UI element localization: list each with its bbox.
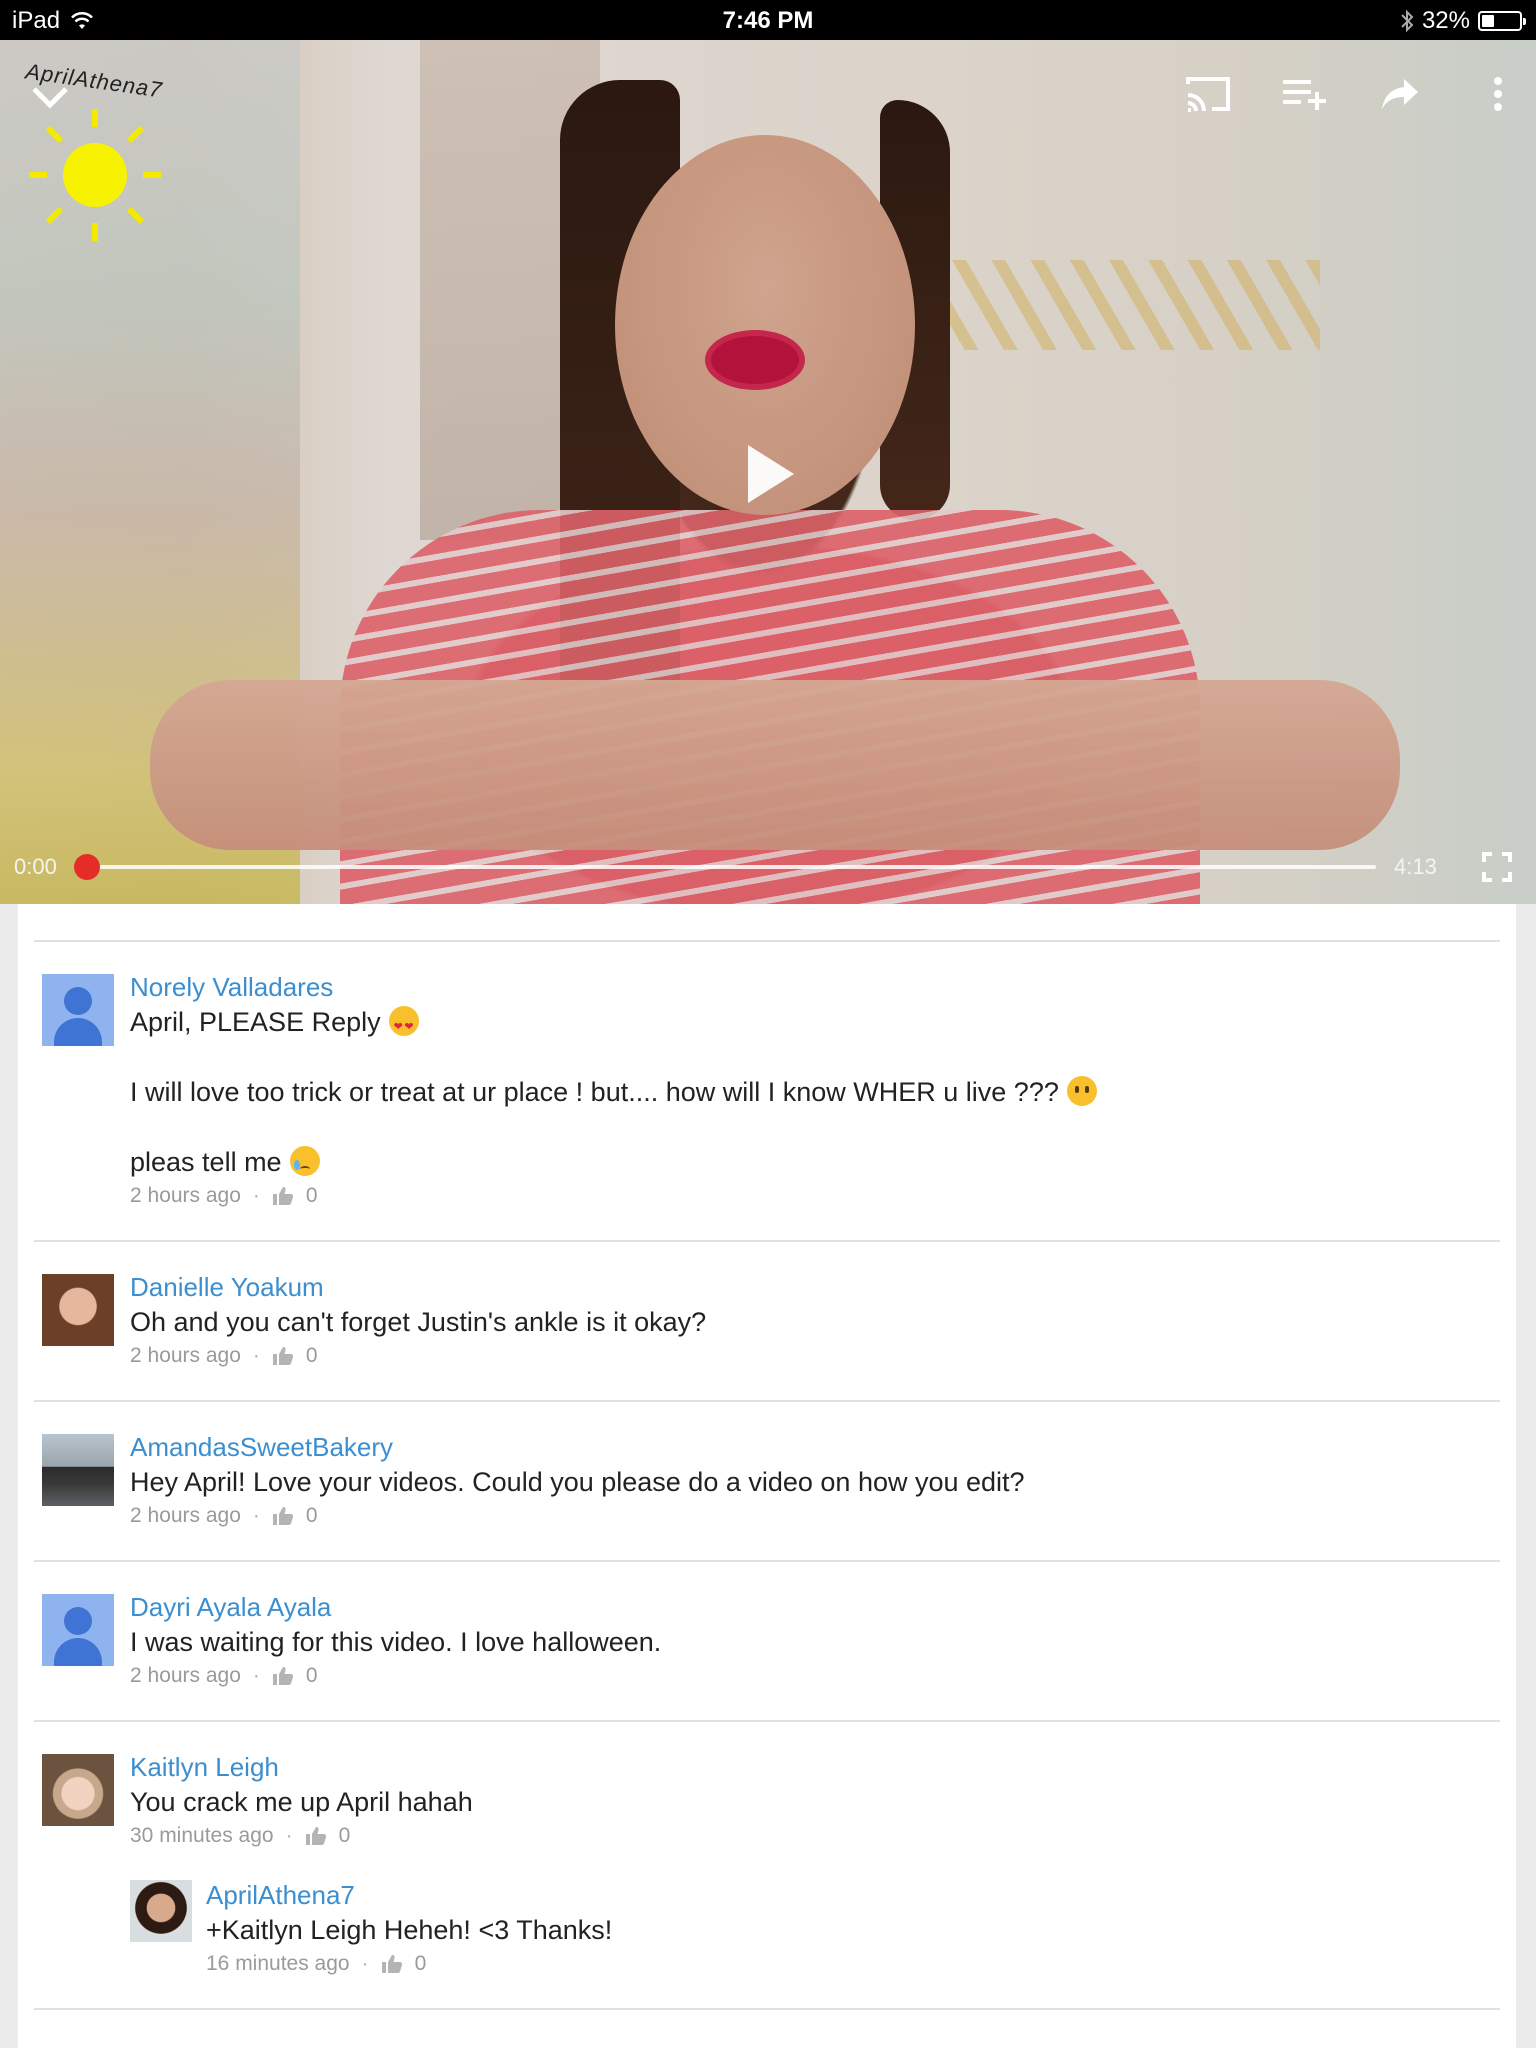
like-count: 0 [305,1664,318,1687]
avatar[interactable] [42,974,114,1046]
comment-author[interactable]: AmandasSweetBakery [130,1430,1500,1464]
comment-time: 2 hours ago [130,1664,241,1687]
thumbs-up-icon[interactable] [272,1346,294,1366]
progress-bar[interactable] [86,865,1376,869]
chevron-down-icon [32,87,68,109]
avatar[interactable] [42,1274,114,1346]
crying-emoji-icon [289,1146,320,1176]
share-icon [1382,79,1418,109]
share-button[interactable] [1372,66,1428,122]
avatar[interactable] [42,1594,114,1666]
comment-item: Danielle Yoakum Oh and you can't forget … [34,1242,1500,1402]
like-count: 0 [305,1184,318,1207]
comment-item: Kaitlyn Leigh You crack me up April haha… [34,1722,1500,2010]
more-options-button[interactable] [1478,66,1518,122]
comment-meta: 2 hours ago · 0 [130,1502,1500,1530]
status-bar: iPad 7:46 PM 32% [0,0,1536,40]
thumbs-up-icon[interactable] [272,1506,294,1526]
comment-time: 2 hours ago [130,1344,241,1367]
comment-text: pleas tell me [130,1144,1500,1180]
more-vert-icon [1494,77,1502,111]
comment-text: April, PLEASE Reply [130,1004,1500,1045]
thumbs-up-icon[interactable] [272,1186,294,1206]
fullscreen-button[interactable] [1474,844,1520,890]
thumbs-up-icon[interactable] [272,1666,294,1686]
comment-item: Dayri Ayala Ayala I was waiting for this… [34,1562,1500,1722]
comment-author[interactable]: Dayri Ayala Ayala [130,1590,1500,1624]
video-player[interactable]: AprilAthena7 0:00 4:13 [0,40,1536,904]
cast-button[interactable] [1180,66,1236,122]
play-button[interactable] [728,432,812,516]
thumbs-up-icon[interactable] [381,1954,403,1974]
comment-author[interactable]: Danielle Yoakum [130,1270,1500,1304]
comments-list[interactable]: Norely Valladares April, PLEASE Reply I … [18,904,1516,2048]
no-mouth-emoji-icon [1066,1076,1097,1106]
add-to-playlist-button[interactable] [1276,66,1332,122]
reply-item: AprilAthena7 +Kaitlyn Leigh Heheh! <3 Th… [130,1858,1500,1978]
thumbs-up-icon[interactable] [305,1826,327,1846]
reply-text: +Kaitlyn Leigh Heheh! <3 Thanks! [206,1915,613,1945]
like-count: 0 [305,1344,318,1367]
comment-item: Norely Valladares April, PLEASE Reply I … [34,942,1500,1242]
collapse-button[interactable] [18,66,82,130]
comment-text: Oh and you can't forget Justin's ankle i… [130,1307,707,1337]
like-count: 0 [414,1952,427,1975]
battery-icon [1478,11,1526,31]
reply-time: 16 minutes ago [206,1952,350,1975]
comment-meta: 2 hours ago · 0 [130,1182,1500,1210]
play-icon [748,445,794,503]
comment-divider [34,904,1500,942]
comment-time: 30 minutes ago [130,1824,274,1847]
comment-item: AmandasSweetBakery Hey April! Love your … [34,1402,1500,1562]
status-time: 7:46 PM [722,7,814,34]
total-time: 4:13 [1394,854,1437,879]
avatar[interactable] [130,1880,192,1942]
comment-meta: 2 hours ago · 0 [130,1662,1500,1690]
comment-text: Hey April! Love your videos. Could you p… [130,1467,1025,1497]
comment-meta: 30 minutes ago · 0 [130,1822,1500,1850]
comment-author[interactable]: Kaitlyn Leigh [130,1750,1500,1784]
current-time: 0:00 [14,854,57,879]
like-count: 0 [305,1504,318,1527]
comment-author[interactable]: Norely Valladares [130,970,1500,1004]
cast-icon [1186,77,1230,112]
comment-text: I was waiting for this video. I love hal… [130,1627,662,1657]
comment-time: 2 hours ago [130,1184,241,1207]
comment-time: 2 hours ago [130,1504,241,1527]
bluetooth-icon [1401,9,1414,33]
add-to-playlist-icon [1283,80,1326,110]
heart-eyes-emoji-icon [388,1006,419,1045]
fullscreen-icon [1482,852,1512,882]
avatar[interactable] [42,1434,114,1506]
comment-meta: 2 hours ago · 0 [130,1342,1500,1370]
reply-author[interactable]: AprilAthena7 [206,1878,1500,1912]
like-count: 0 [338,1824,351,1847]
battery-percent: 32% [1421,7,1470,34]
scrubber-handle[interactable] [74,854,100,880]
reply-meta: 16 minutes ago · 0 [206,1950,1500,1978]
comment-text: You crack me up April hahah [130,1787,473,1817]
avatar[interactable] [42,1754,114,1826]
comment-text: I will love too trick or treat at ur pla… [130,1074,1500,1110]
